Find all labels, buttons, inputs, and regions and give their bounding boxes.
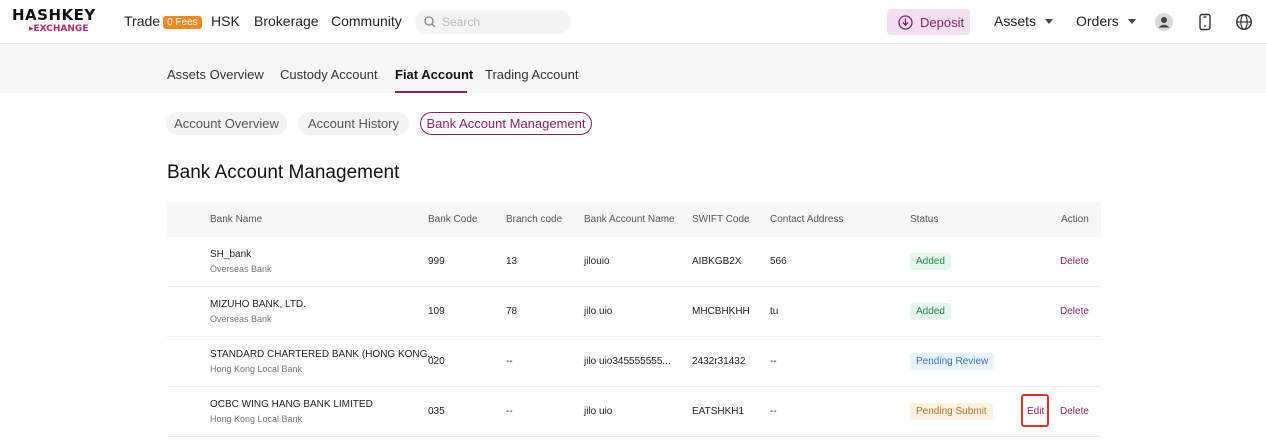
- nav-community[interactable]: Community: [331, 13, 402, 29]
- bank-name: STANDARD CHARTERED BANK (HONG KONG...: [210, 349, 436, 360]
- nav-trade-label: Trade: [124, 13, 161, 29]
- branch-code: --: [506, 406, 513, 417]
- bank-code: 999: [428, 256, 445, 267]
- header-bank-code: Bank Code: [428, 214, 478, 225]
- active-tab-indicator: [395, 91, 467, 93]
- bank-code: 020: [428, 356, 445, 367]
- contact-address: 566: [770, 256, 787, 267]
- header-bank-name: Bank Name: [210, 214, 263, 225]
- bank-name: SH_bank: [210, 249, 252, 260]
- tab-assets-overview[interactable]: Assets Overview: [167, 67, 264, 82]
- table-row: STANDARD CHARTERED BANK (HONG KONG... Ho…: [167, 337, 1101, 387]
- logo-line1: HASHKEY: [12, 6, 96, 24]
- status-badge: Pending Review: [910, 353, 995, 370]
- tab-fiat-account[interactable]: Fiat Account: [395, 67, 473, 82]
- bank-type: Hong Kong Local Bank: [210, 364, 303, 374]
- bank-account-name: jilouio: [584, 256, 610, 267]
- bank-account-name: jilo uio: [584, 306, 613, 317]
- chevron-down-icon: [1127, 19, 1136, 24]
- chevron-down-icon: [1045, 19, 1054, 24]
- nav-orders[interactable]: Orders: [1076, 13, 1136, 29]
- logo-line2-text: EXCHANGE: [33, 24, 89, 34]
- swift-code: AIBKGB2X: [692, 256, 742, 267]
- delete-link[interactable]: Delete: [1060, 306, 1089, 317]
- logo-line2: ▸EXCHANGE: [29, 24, 89, 34]
- swift-code: 2432r31432: [692, 356, 746, 367]
- nav-assets-label: Assets: [994, 13, 1037, 29]
- bank-account-name: jilo uio: [584, 406, 613, 417]
- header-branch-code: Branch code: [506, 214, 563, 225]
- nav-hsk[interactable]: HSK: [211, 13, 240, 29]
- search-input[interactable]: [442, 13, 562, 31]
- table-row: OCBC WING HANG BANK LIMITED Hong Kong Lo…: [167, 387, 1101, 437]
- subtab-account-history[interactable]: Account History: [298, 112, 409, 135]
- search-icon: [424, 16, 436, 28]
- bank-type: Overseas Bank: [210, 314, 272, 324]
- edit-link-highlight[interactable]: Edit: [1021, 394, 1049, 427]
- nav-assets[interactable]: Assets: [994, 13, 1054, 29]
- deposit-button[interactable]: Deposit: [887, 9, 970, 35]
- tab-trading-account[interactable]: Trading Account: [485, 67, 578, 82]
- header-action: Action: [1061, 214, 1089, 225]
- header-status: Status: [910, 214, 939, 225]
- header-bank-account-name: Bank Account Name: [584, 214, 675, 225]
- delete-link[interactable]: Delete: [1060, 406, 1089, 417]
- subtab-account-overview[interactable]: Account Overview: [166, 112, 287, 135]
- phone-icon[interactable]: [1196, 13, 1214, 31]
- hashkey-logo[interactable]: HASHKEY ▸EXCHANGE: [12, 8, 96, 36]
- table-row: MIZUHO BANK, LTD. Overseas Bank 109 78 j…: [167, 287, 1101, 337]
- table-header: Bank Name Bank Code Branch code Bank Acc…: [167, 202, 1101, 237]
- nav-orders-label: Orders: [1076, 13, 1119, 29]
- branch-code: 13: [506, 256, 518, 267]
- subtab-bank-account-management[interactable]: Bank Account Management: [420, 112, 592, 135]
- bank-type: Hong Kong Local Bank: [210, 414, 303, 424]
- bank-name: OCBC WING HANG BANK LIMITED: [210, 399, 373, 410]
- top-nav: HASHKEY ▸EXCHANGE Trade 0 Fees HSK Broker…: [0, 0, 1266, 44]
- branch-code: 78: [506, 306, 518, 317]
- search-box[interactable]: [415, 10, 571, 34]
- nav-brokerage[interactable]: Brokerage: [254, 13, 319, 29]
- tab-custody-account[interactable]: Custody Account: [280, 67, 378, 82]
- globe-icon[interactable]: [1235, 13, 1253, 31]
- user-icon[interactable]: [1155, 13, 1173, 31]
- table-row: SH_bank Overseas Bank 999 13 jilouio AIB…: [167, 237, 1101, 287]
- header-contact-address: Contact Address: [770, 214, 844, 225]
- contact-address: --: [770, 356, 777, 367]
- contact-address: tu: [770, 306, 779, 317]
- status-badge: Added: [910, 253, 951, 270]
- deposit-label: Deposit: [920, 15, 965, 30]
- bank-name: MIZUHO BANK, LTD.: [210, 299, 306, 310]
- swift-code: MHCBHKHH: [692, 306, 750, 317]
- bank-account-name: jilo uio345555555...: [584, 356, 671, 367]
- contact-address: --: [770, 406, 777, 417]
- download-icon: [898, 15, 913, 30]
- branch-code: --: [506, 356, 513, 367]
- page-title: Bank Account Management: [167, 162, 400, 183]
- zero-fees-badge: 0 Fees: [163, 16, 202, 29]
- nav-trade[interactable]: Trade 0 Fees: [124, 13, 202, 29]
- swift-code: EATSHKH1: [692, 406, 745, 417]
- header-swift-code: SWIFT Code: [692, 214, 750, 225]
- status-badge: Pending Submit: [910, 403, 993, 420]
- bank-code: 035: [428, 406, 445, 417]
- delete-link[interactable]: Delete: [1060, 256, 1089, 267]
- bank-type: Overseas Bank: [210, 264, 272, 274]
- bank-code: 109: [428, 306, 445, 317]
- status-badge: Added: [910, 303, 951, 320]
- account-tabs: Assets Overview Custody Account Fiat Acc…: [0, 45, 1266, 93]
- edit-link[interactable]: Edit: [1027, 406, 1044, 417]
